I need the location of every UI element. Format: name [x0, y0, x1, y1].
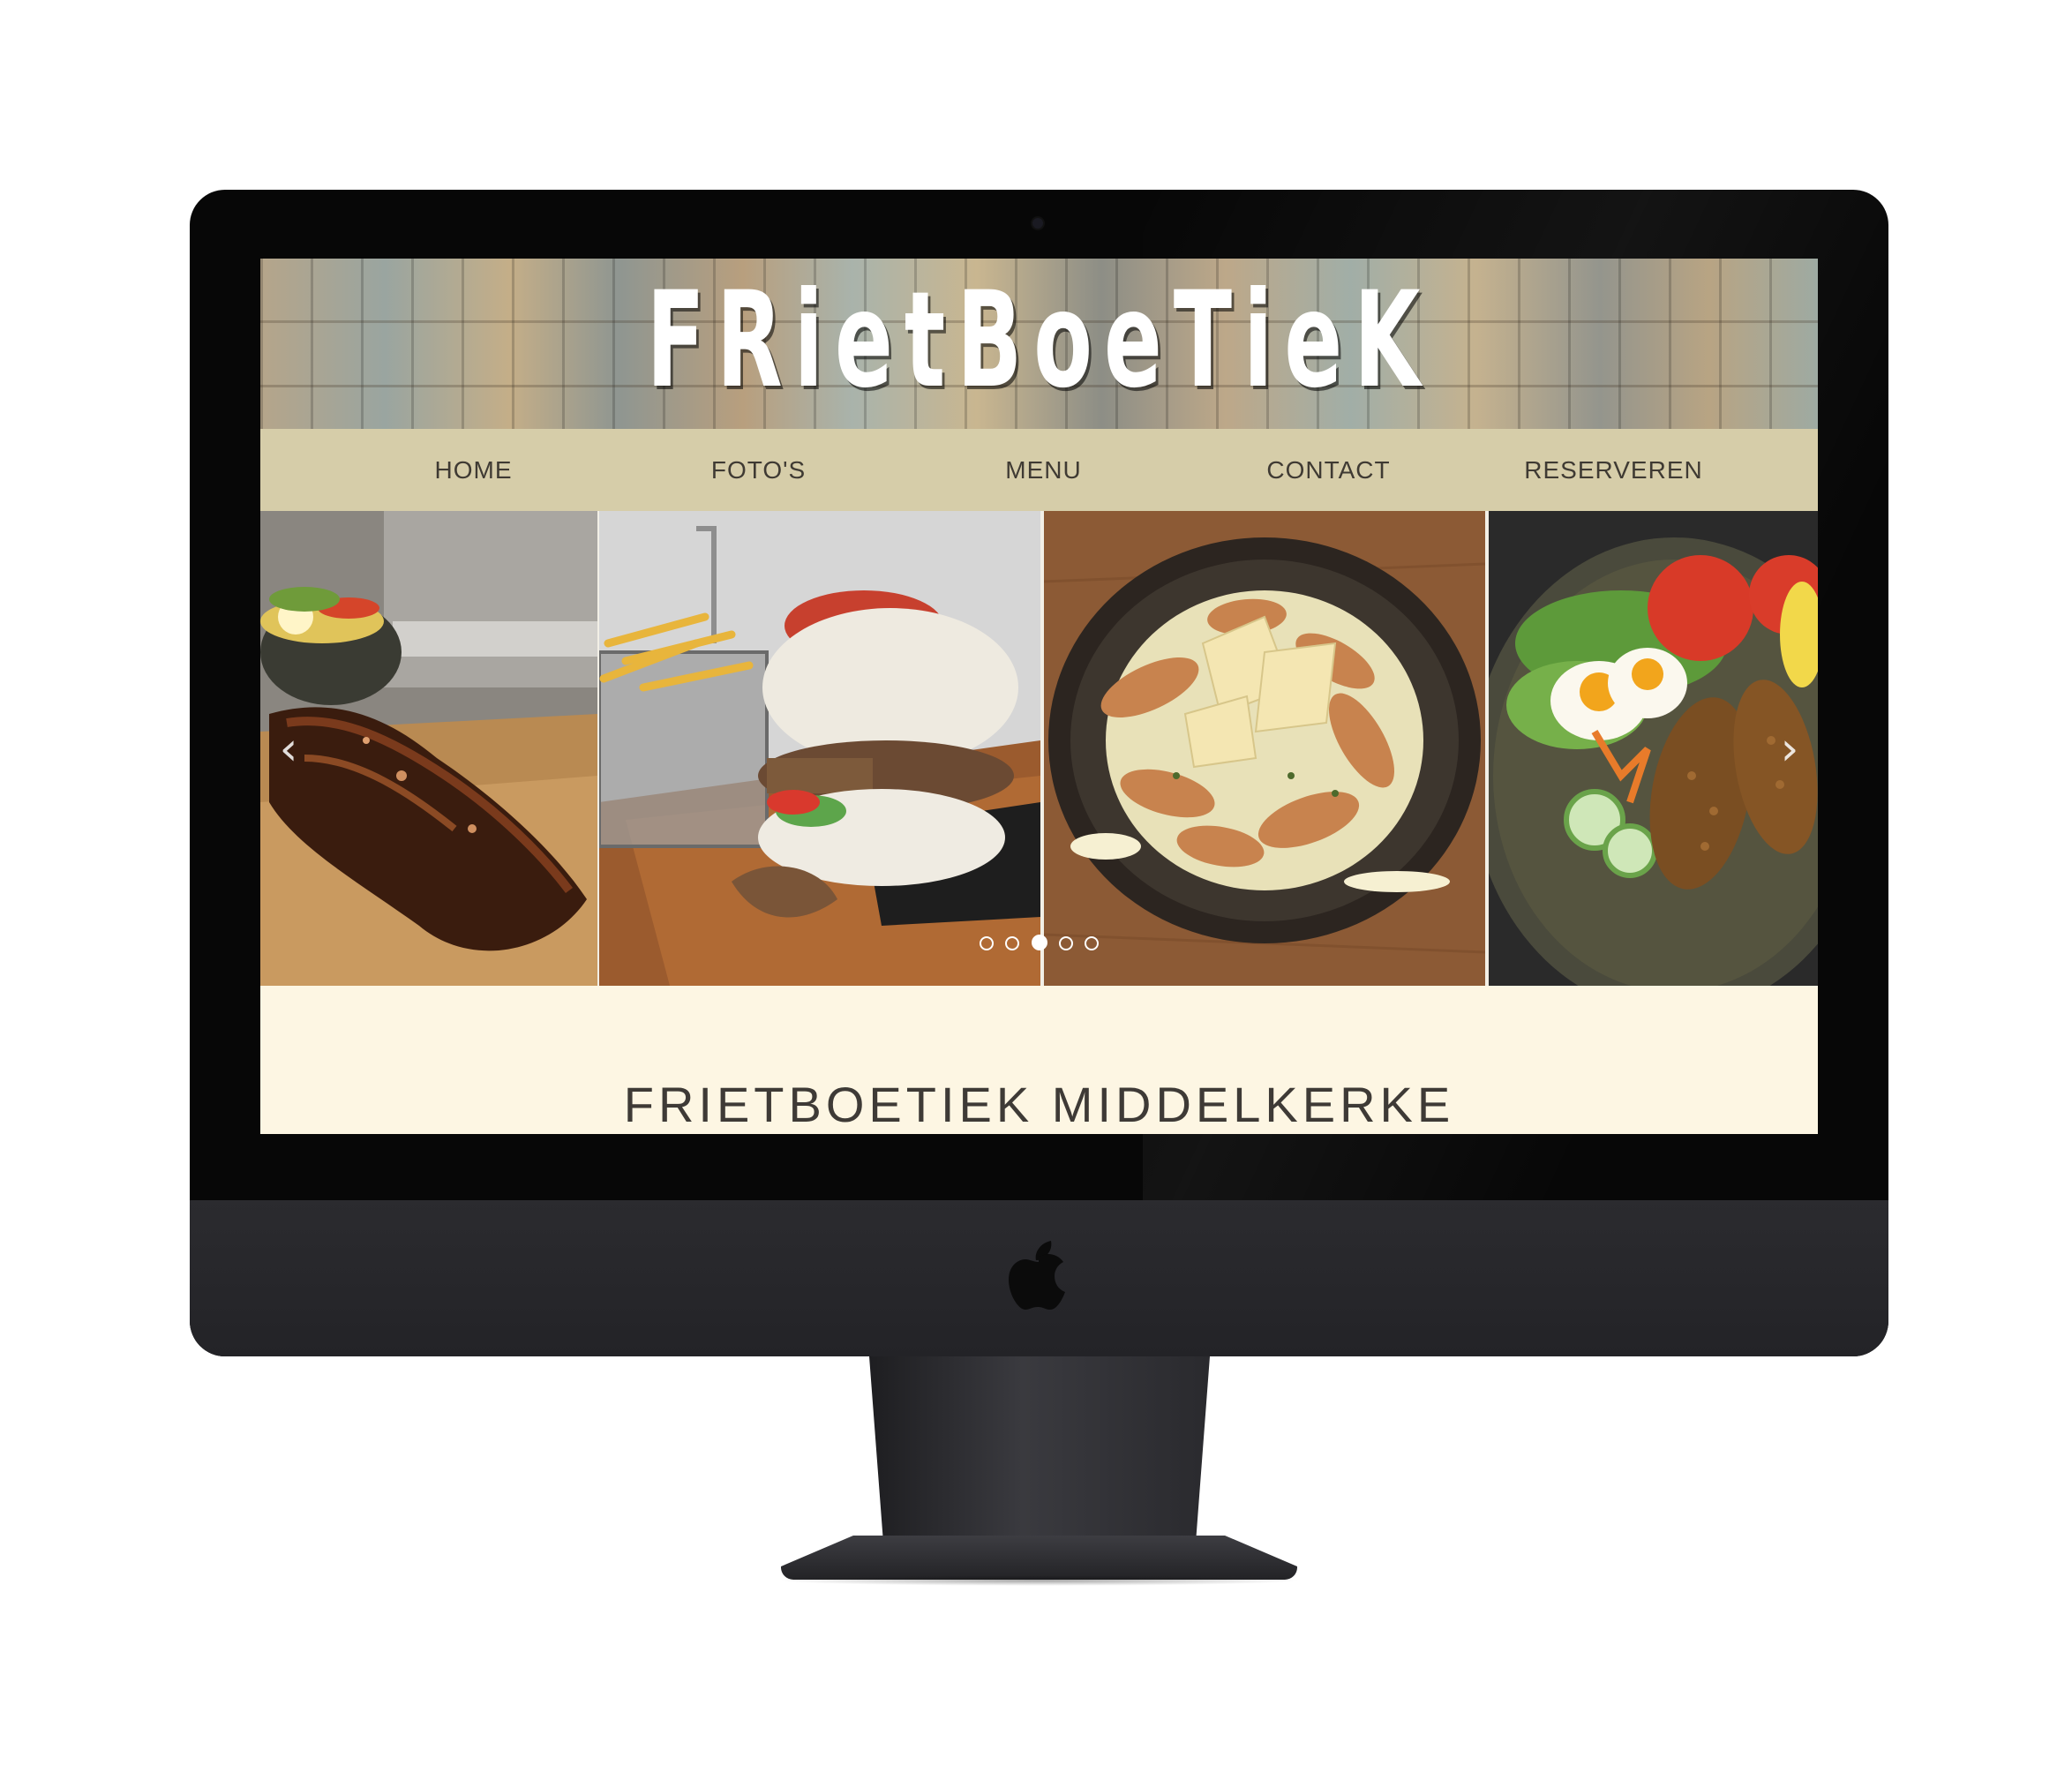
- image-carousel: ‹ ›: [260, 511, 1818, 986]
- chevron-right-icon: ›: [1780, 723, 1799, 776]
- carousel-indicator[interactable]: [980, 936, 995, 950]
- carousel-slide-ribs[interactable]: [260, 511, 597, 986]
- page-heading: FRIETBOETIEK MIDDELKERKE: [623, 1077, 1455, 1132]
- kebab-burger-image: [599, 511, 1040, 986]
- croquettes-salad-image: [1489, 511, 1818, 986]
- carousel-prev-button[interactable]: ‹: [271, 723, 306, 776]
- chevron-left-icon: ‹: [279, 723, 298, 776]
- site-header: FRietBoeTieK: [260, 259, 1818, 429]
- imac-stand-foot: [781, 1536, 1297, 1580]
- nav-item-reserveren[interactable]: RESERVEREN: [1471, 429, 1756, 511]
- carousel-indicators: [260, 935, 1818, 954]
- carousel-indicator[interactable]: [1058, 936, 1073, 950]
- stand-shadow: [777, 1575, 1302, 1586]
- carousel-indicator-active[interactable]: [1031, 935, 1047, 950]
- carousel-indicator[interactable]: [1084, 936, 1099, 950]
- carousel-slide-chicken-salad[interactable]: [1044, 511, 1485, 986]
- chicken-salad-image: [1044, 511, 1485, 986]
- slide-divider: [597, 511, 599, 986]
- nav-item-fotos[interactable]: FOTO'S: [616, 429, 901, 511]
- nav-item-home[interactable]: HOME: [331, 429, 616, 511]
- nav-item-menu[interactable]: MENU: [901, 429, 1186, 511]
- carousel-next-button[interactable]: ›: [1772, 723, 1807, 776]
- apple-logo-icon: [1009, 1241, 1065, 1310]
- slide-divider: [1040, 511, 1044, 986]
- ribs-plate-image: [260, 511, 597, 986]
- site-logo[interactable]: FRietBoeTieK: [478, 264, 1600, 417]
- webcam: [1032, 218, 1043, 229]
- carousel-slide-kebab-burger[interactable]: [599, 511, 1040, 986]
- main-navigation: HOME FOTO'S MENU CONTACT RESERVEREN: [260, 429, 1818, 511]
- carousel-slide-croquettes[interactable]: [1489, 511, 1818, 986]
- slide-divider: [1485, 511, 1489, 986]
- website-viewport: FRietBoeTieK HOME FOTO'S MENU CONTACT RE…: [260, 259, 1818, 1134]
- carousel-indicator[interactable]: [1005, 936, 1020, 950]
- nav-item-contact[interactable]: CONTACT: [1186, 429, 1471, 511]
